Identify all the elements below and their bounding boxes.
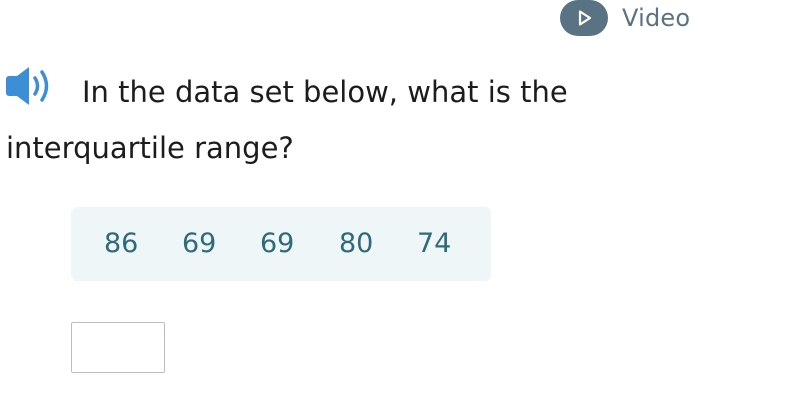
- video-label: Video: [622, 4, 691, 32]
- question-text: In the data set below, what is the inter…: [6, 75, 568, 165]
- data-value: 80: [339, 228, 374, 259]
- play-icon: [560, 0, 608, 36]
- data-value: 74: [417, 228, 452, 259]
- data-value: 69: [182, 228, 217, 259]
- data-set-box: 86 69 69 80 74: [71, 207, 491, 281]
- question-page: Video In the data set below, what is the…: [0, 0, 785, 405]
- data-value: 69: [260, 228, 295, 259]
- speaker-icon[interactable]: [4, 64, 60, 108]
- data-value: 86: [104, 228, 139, 259]
- video-button[interactable]: Video: [560, 0, 690, 36]
- answer-input[interactable]: [71, 322, 165, 373]
